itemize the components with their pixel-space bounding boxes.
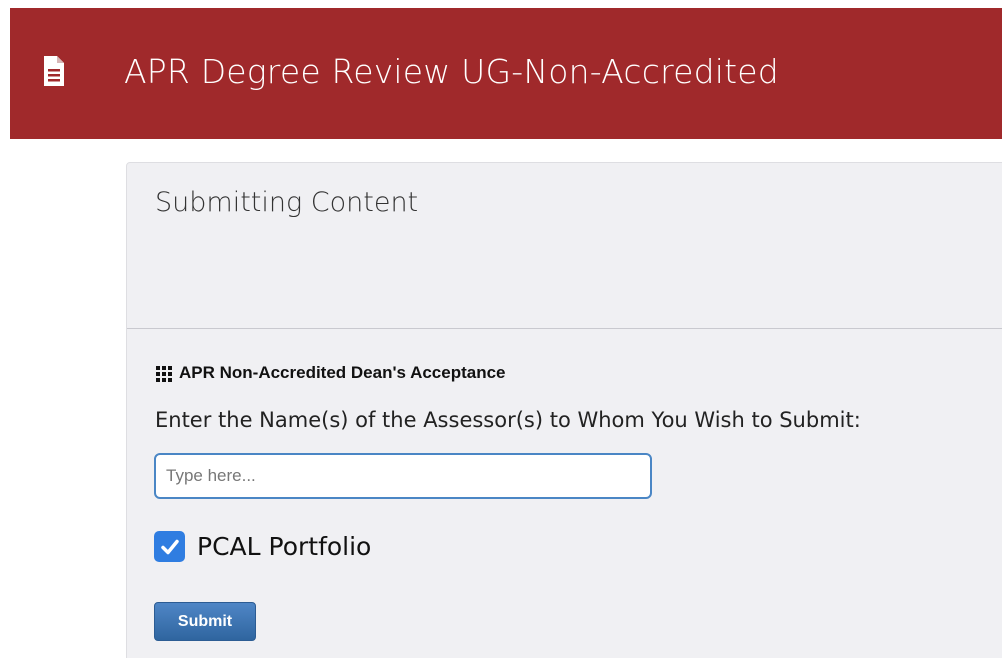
section-title-label: APR Non-Accredited Dean's Acceptance: [179, 363, 506, 382]
grid-icon: [156, 365, 172, 382]
panel-title: Submitting Content: [155, 187, 419, 218]
panel-heading: Submitting Content: [127, 163, 1002, 329]
section-title: APR Non-Accredited Dean's Acceptance: [155, 363, 506, 383]
page-header: APR Degree Review UG-Non-Accredited: [10, 8, 1002, 139]
page-title: APR Degree Review UG-Non-Accredited: [124, 52, 779, 91]
portfolio-checkbox[interactable]: [154, 531, 185, 562]
submission-panel: Submitting Content APR Non-Accredited De…: [126, 162, 1002, 658]
assessor-name-input[interactable]: [154, 453, 652, 499]
document-icon: [44, 56, 64, 86]
assessor-prompt: Enter the Name(s) of the Assessor(s) to …: [155, 408, 861, 432]
submit-button[interactable]: Submit: [154, 602, 256, 641]
portfolio-label[interactable]: PCAL Portfolio: [197, 532, 371, 561]
page: APR Degree Review UG-Non-Accredited Subm…: [0, 0, 1002, 658]
portfolio-option[interactable]: PCAL Portfolio: [154, 531, 371, 562]
checkmark-icon: [160, 539, 179, 554]
